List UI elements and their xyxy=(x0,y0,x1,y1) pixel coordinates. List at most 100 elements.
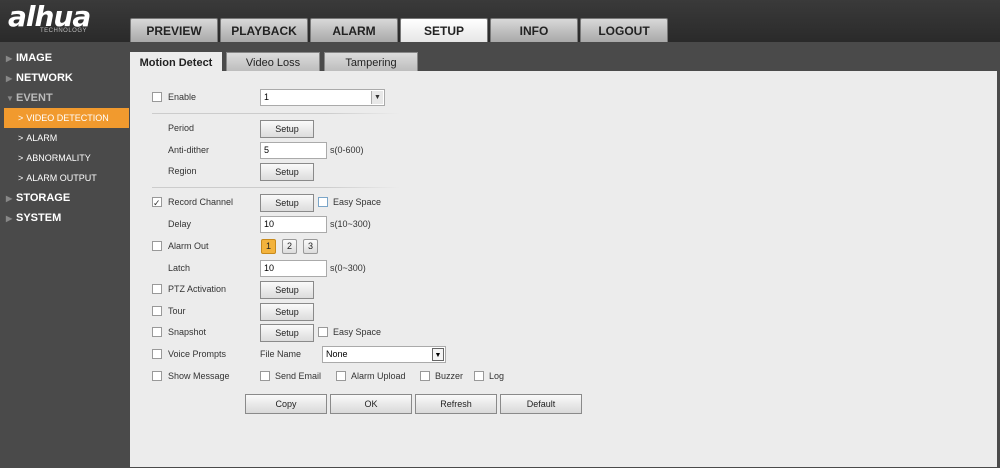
period-row: Period Setup xyxy=(130,119,997,138)
log-label: Log xyxy=(489,371,505,381)
nav-tab-playback[interactable]: PLAYBACK xyxy=(220,18,308,42)
chevron-right-icon: > xyxy=(18,133,24,143)
chevron-right-icon: > xyxy=(18,113,24,123)
default-button[interactable]: Default xyxy=(500,394,582,414)
header-bar: alhua TECHNOLOGY PREVIEW PLAYBACK ALARM … xyxy=(0,0,1000,42)
log-checkbox[interactable] xyxy=(474,371,484,381)
sidebar-subitem-alarm[interactable]: > ALARM xyxy=(0,128,129,148)
nav-tab-alarm[interactable]: ALARM xyxy=(310,18,398,42)
sidebar-item-event[interactable]: ▼ EVENT xyxy=(0,88,129,108)
buzzer-checkbox[interactable] xyxy=(420,371,430,381)
tour-row: Tour Setup xyxy=(130,302,997,321)
record-easy-space-label: Easy Space xyxy=(333,197,382,207)
divider xyxy=(152,113,400,114)
enable-row: Enable 1 ▼ xyxy=(130,88,997,106)
delay-row: Delay 10 s(10~300) xyxy=(130,215,997,233)
snapshot-label: Snapshot xyxy=(168,327,207,337)
sidebar-item-label: IMAGE xyxy=(16,52,53,64)
tab-tampering[interactable]: Tampering xyxy=(324,52,418,72)
snapshot-setup-button[interactable]: Setup xyxy=(260,324,314,342)
nav-tab-preview[interactable]: PREVIEW xyxy=(130,18,218,42)
ptz-setup-button[interactable]: Setup xyxy=(260,281,314,299)
enable-checkbox[interactable] xyxy=(152,92,162,102)
sidebar: ▶ IMAGE ▶ NETWORK ▼ EVENT > VIDEO DETECTION … xyxy=(0,48,129,228)
send-email-checkbox[interactable] xyxy=(260,371,270,381)
latch-row: Latch 10 s(0~300) xyxy=(130,259,997,277)
channel-select-value: 1 xyxy=(264,92,270,102)
sidebar-item-label: EVENT xyxy=(16,92,53,104)
sidebar-item-label: NETWORK xyxy=(16,72,73,84)
record-channel-row: Record Channel Setup Easy Space xyxy=(130,193,997,212)
record-channel-label: Record Channel xyxy=(168,197,234,207)
alarm-out-channel-3[interactable]: 3 xyxy=(303,239,318,254)
settings-panel: Enable 1 ▼ Period Setup Anti-dither 5 s(… xyxy=(130,71,997,467)
voice-prompts-label: Voice Prompts xyxy=(168,349,227,359)
buzzer-label: Buzzer xyxy=(435,371,464,381)
period-setup-button[interactable]: Setup xyxy=(260,120,314,138)
alarm-out-channel-2[interactable]: 2 xyxy=(282,239,297,254)
period-label: Period xyxy=(168,123,195,133)
antidither-label: Anti-dither xyxy=(168,145,210,155)
ptz-row: PTZ Activation Setup xyxy=(130,280,997,299)
nav-tab-setup[interactable]: SETUP xyxy=(400,18,488,42)
alarm-out-label: Alarm Out xyxy=(168,241,209,251)
alarm-upload-label: Alarm Upload xyxy=(351,371,406,381)
file-name-select[interactable]: None ▼ xyxy=(322,346,446,363)
alarm-out-channel-1[interactable]: 1 xyxy=(261,239,276,254)
tour-checkbox[interactable] xyxy=(152,306,162,316)
latch-input[interactable]: 10 xyxy=(260,260,327,277)
copy-button[interactable]: Copy xyxy=(245,394,327,414)
latch-label: Latch xyxy=(168,263,191,273)
delay-unit: s(10~300) xyxy=(330,219,371,229)
snapshot-checkbox[interactable] xyxy=(152,327,162,337)
sidebar-item-network[interactable]: ▶ NETWORK xyxy=(0,68,129,88)
file-name-select-value: None xyxy=(326,349,348,359)
ok-button[interactable]: OK xyxy=(330,394,412,414)
latch-unit: s(0~300) xyxy=(330,263,366,273)
sidebar-subitem-label: ALARM xyxy=(26,133,58,143)
tab-video-loss[interactable]: Video Loss xyxy=(226,52,320,72)
sidebar-subitem-alarm-output[interactable]: > ALARM OUTPUT xyxy=(0,168,129,188)
show-message-checkbox[interactable] xyxy=(152,371,162,381)
brand-tagline: TECHNOLOGY xyxy=(40,28,88,34)
antidither-input[interactable]: 5 xyxy=(260,142,327,159)
alarm-out-checkbox[interactable] xyxy=(152,241,162,251)
sidebar-subitem-abnormality[interactable]: > ABNORMALITY xyxy=(0,148,129,168)
voice-prompts-checkbox[interactable] xyxy=(152,349,162,359)
alarm-out-row: Alarm Out 1 2 3 xyxy=(130,237,997,255)
triangle-right-icon: ▶ xyxy=(6,54,13,63)
record-easy-space-checkbox[interactable] xyxy=(318,197,328,207)
show-message-row: Show Message Send Email Alarm Upload Buz… xyxy=(130,367,997,385)
tour-setup-button[interactable]: Setup xyxy=(260,303,314,321)
sidebar-subitem-label: ALARM OUTPUT xyxy=(26,173,97,183)
antidither-row: Anti-dither 5 s(0-600) xyxy=(130,141,997,159)
sidebar-subitem-video-detection[interactable]: > VIDEO DETECTION xyxy=(4,108,129,128)
divider xyxy=(152,187,400,188)
event-subtabs: Motion Detect Video Loss Tampering xyxy=(130,52,422,72)
nav-tab-info[interactable]: INFO xyxy=(490,18,578,42)
chevron-down-icon: ▼ xyxy=(371,91,383,104)
sidebar-item-system[interactable]: ▶ SYSTEM xyxy=(0,208,129,228)
snapshot-easy-space-checkbox[interactable] xyxy=(318,327,328,337)
alarm-upload-checkbox[interactable] xyxy=(336,371,346,381)
nav-tab-logout[interactable]: LOGOUT xyxy=(580,18,668,42)
sidebar-subitem-label: VIDEO DETECTION xyxy=(26,113,109,123)
delay-input[interactable]: 10 xyxy=(260,216,327,233)
region-row: Region Setup xyxy=(130,162,997,181)
sidebar-item-image[interactable]: ▶ IMAGE xyxy=(0,48,129,68)
triangle-right-icon: ▶ xyxy=(6,214,13,223)
record-channel-setup-button[interactable]: Setup xyxy=(260,194,314,212)
delay-label: Delay xyxy=(168,219,192,229)
region-setup-button[interactable]: Setup xyxy=(260,163,314,181)
file-name-label: File Name xyxy=(260,349,302,359)
ptz-checkbox[interactable] xyxy=(152,284,162,294)
sidebar-subitem-label: ABNORMALITY xyxy=(26,153,91,163)
send-email-label: Send Email xyxy=(275,371,322,381)
channel-select[interactable]: 1 ▼ xyxy=(260,89,385,106)
record-channel-checkbox[interactable] xyxy=(152,194,162,212)
tab-motion-detect[interactable]: Motion Detect xyxy=(130,52,222,72)
enable-label: Enable xyxy=(168,92,197,102)
sidebar-item-label: SYSTEM xyxy=(16,212,62,224)
refresh-button[interactable]: Refresh xyxy=(415,394,497,414)
sidebar-item-storage[interactable]: ▶ STORAGE xyxy=(0,188,129,208)
